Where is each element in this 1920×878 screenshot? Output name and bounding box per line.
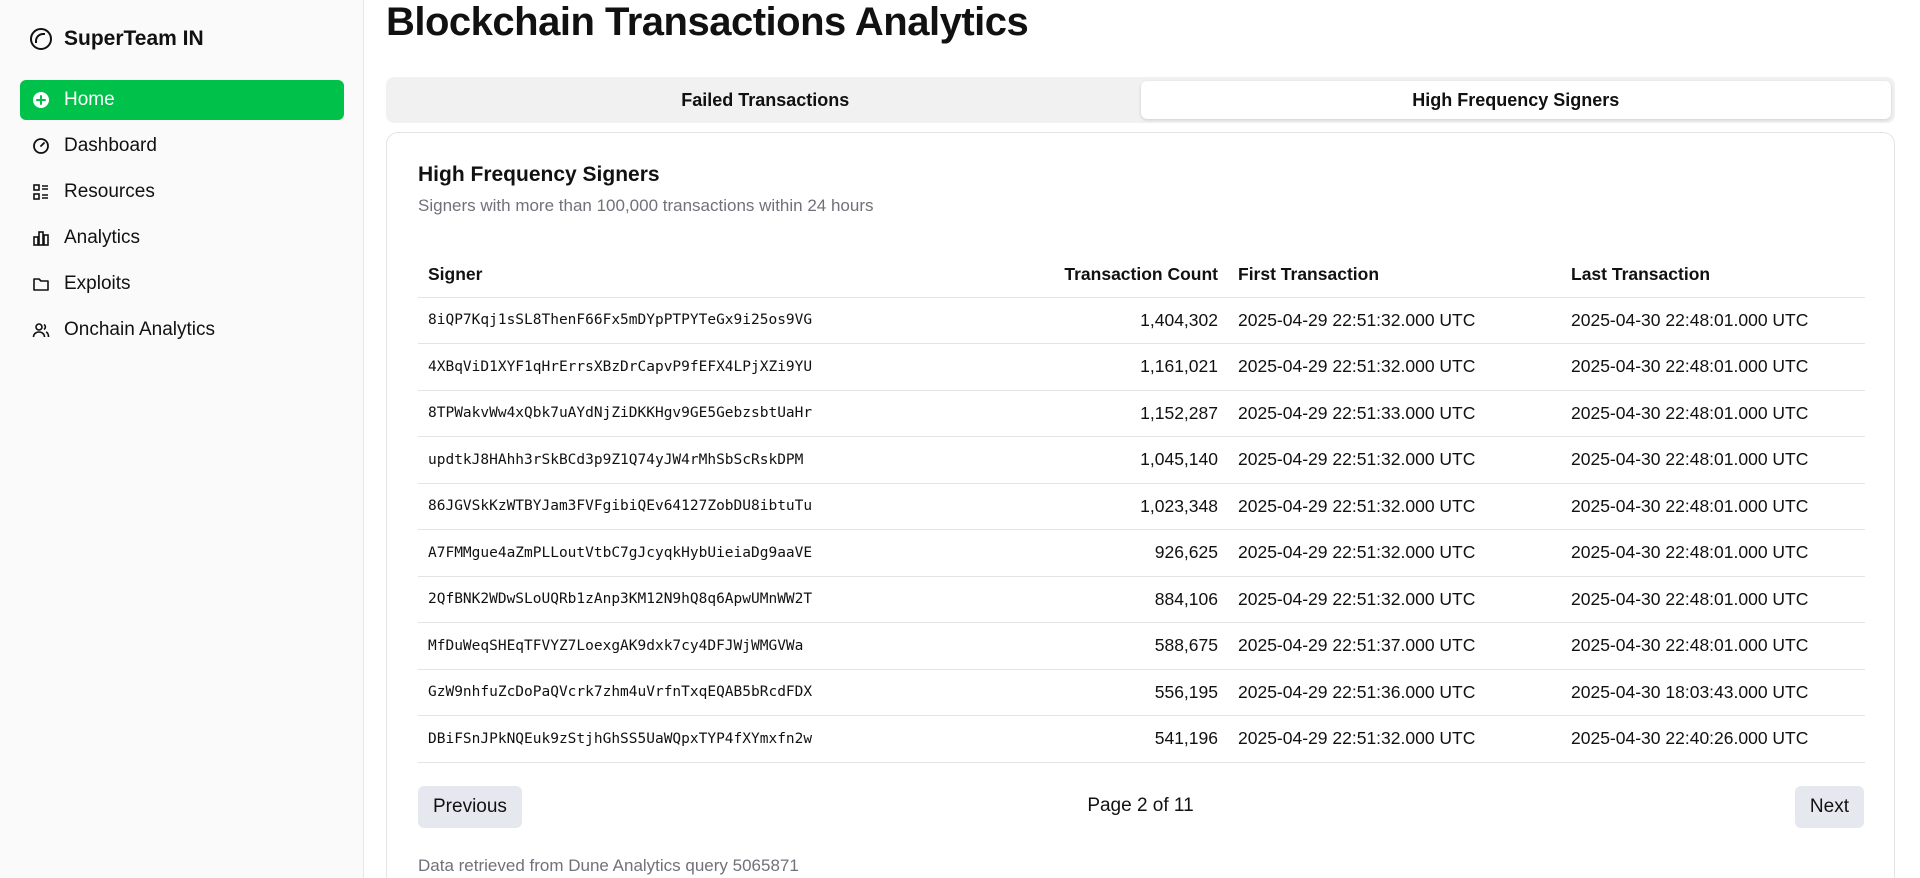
next-button[interactable]: Next [1794, 786, 1864, 828]
plus-circle-icon [32, 91, 50, 109]
card-description: Signers with more than 100,000 transacti… [418, 196, 874, 215]
header-first-transaction: First Transaction [1228, 253, 1561, 298]
count-cell: 541,196 [1028, 715, 1228, 763]
last-transaction-cell: 2025-04-30 22:48:01.000 UTC [1561, 390, 1865, 437]
first-transaction-cell: 2025-04-29 22:51:32.000 UTC [1228, 483, 1561, 530]
signers-card: High Frequency Signers Signers with more… [386, 132, 1895, 878]
main-content: Blockchain Transactions Analytics Failed… [364, 0, 1920, 878]
previous-button[interactable]: Previous [418, 786, 522, 828]
signer-cell: 8TPWakvWw4xQbk7uAYdNjZiDKKHgv9GE5Gebzsbt… [418, 390, 1028, 437]
count-cell: 884,106 [1028, 576, 1228, 623]
sidebar-item-label: Exploits [64, 273, 131, 294]
table-row: 86JGVSkKzWTBYJam3FVFgibiQEv64127ZobDU8ib… [418, 483, 1865, 530]
header-last-transaction: Last Transaction [1561, 253, 1865, 298]
brand[interactable]: SuperTeam IN [30, 27, 204, 51]
tab-list: Failed Transactions High Frequency Signe… [386, 77, 1895, 123]
sidebar-item-onchain-analytics[interactable]: Onchain Analytics [20, 310, 344, 350]
count-cell: 1,161,021 [1028, 343, 1228, 391]
gauge-icon [32, 137, 50, 155]
signer-cell: 86JGVSkKzWTBYJam3FVFgibiQEv64127ZobDU8ib… [418, 483, 1028, 530]
table-row: MfDuWeqSHEqTFVYZ7LoexgAK9dxk7cy4DFJWjWMG… [418, 622, 1865, 670]
sidebar: SuperTeam IN Home Dashboard Resources An… [0, 0, 364, 878]
table-row: 4XBqViD1XYF1qHrErrsXBzDrCapvP9fEFX4LPjXZ… [418, 343, 1865, 391]
tab-failed-transactions[interactable]: Failed Transactions [390, 81, 1141, 119]
count-cell: 1,404,302 [1028, 297, 1228, 344]
count-cell: 556,195 [1028, 669, 1228, 716]
table-row: GzW9nhfuZcDoPaQVcrk7zhm4uVrfnTxqEQAB5bRc… [418, 669, 1865, 716]
table-row: DBiFSnJPkNQEuk9zStjhGhSS5UaWQpxTYP4fXYmx… [418, 715, 1865, 763]
signer-cell: DBiFSnJPkNQEuk9zStjhGhSS5UaWQpxTYP4fXYmx… [418, 715, 1028, 763]
folder-icon [32, 275, 50, 293]
count-cell: 1,023,348 [1028, 483, 1228, 530]
sidebar-nav: Home Dashboard Resources Analytics Explo… [20, 80, 344, 356]
first-transaction-cell: 2025-04-29 22:51:32.000 UTC [1228, 297, 1561, 344]
sidebar-item-exploits[interactable]: Exploits [20, 264, 344, 304]
header-transaction-count: Transaction Count [1028, 253, 1228, 298]
count-cell: 926,625 [1028, 529, 1228, 577]
first-transaction-cell: 2025-04-29 22:51:32.000 UTC [1228, 343, 1561, 391]
table-row: 2QfBNK2WDwSLoUQRb1zAnp3KM12N9hQ8q6ApwUMn… [418, 576, 1865, 623]
sidebar-item-label: Resources [64, 181, 155, 202]
signer-cell: 8iQP7Kqj1sSL8ThenF66Fx5mDYpPTPYTeGx9i25o… [418, 297, 1028, 344]
table-row: 8TPWakvWw4xQbk7uAYdNjZiDKKHgv9GE5Gebzsbt… [418, 390, 1865, 437]
brand-name: SuperTeam IN [64, 27, 204, 50]
signer-cell: A7FMMgue4aZmPLLoutVtbC7gJcyqkHybUieiaDg9… [418, 529, 1028, 577]
first-transaction-cell: 2025-04-29 22:51:32.000 UTC [1228, 436, 1561, 484]
last-transaction-cell: 2025-04-30 22:48:01.000 UTC [1561, 297, 1865, 344]
pagination-info: Page 2 of 11 [1087, 795, 1194, 816]
users-icon [32, 321, 50, 339]
sidebar-item-dashboard[interactable]: Dashboard [20, 126, 344, 166]
last-transaction-cell: 2025-04-30 22:48:01.000 UTC [1561, 529, 1865, 577]
last-transaction-cell: 2025-04-30 22:48:01.000 UTC [1561, 436, 1865, 484]
logo-icon [30, 28, 52, 50]
tab-high-frequency-signers[interactable]: High Frequency Signers [1140, 81, 1891, 119]
first-transaction-cell: 2025-04-29 22:51:32.000 UTC [1228, 715, 1561, 763]
last-transaction-cell: 2025-04-30 22:48:01.000 UTC [1561, 576, 1865, 623]
table-row: A7FMMgue4aZmPLLoutVtbC7gJcyqkHybUieiaDg9… [418, 529, 1865, 577]
table-row: 8iQP7Kqj1sSL8ThenF66Fx5mDYpPTPYTeGx9i25o… [418, 297, 1865, 344]
signer-cell: MfDuWeqSHEqTFVYZ7LoexgAK9dxk7cy4DFJWjWMG… [418, 622, 1028, 670]
last-transaction-cell: 2025-04-30 22:48:01.000 UTC [1561, 343, 1865, 391]
table-row: updtkJ8HAhh3rSkBCd3p9Z1Q74yJW4rMhSbScRsk… [418, 436, 1865, 484]
first-transaction-cell: 2025-04-29 22:51:33.000 UTC [1228, 390, 1561, 437]
sidebar-item-home[interactable]: Home [20, 80, 344, 120]
signer-cell: GzW9nhfuZcDoPaQVcrk7zhm4uVrfnTxqEQAB5bRc… [418, 669, 1028, 716]
count-cell: 588,675 [1028, 622, 1228, 670]
sidebar-item-analytics[interactable]: Analytics [20, 218, 344, 258]
last-transaction-cell: 2025-04-30 22:40:26.000 UTC [1561, 715, 1865, 763]
sidebar-item-label: Dashboard [64, 135, 157, 156]
page-title: Blockchain Transactions Analytics [386, 0, 1029, 44]
signers-table: Signer Transaction Count First Transacti… [418, 253, 1865, 763]
signer-cell: 2QfBNK2WDwSLoUQRb1zAnp3KM12N9hQ8q6ApwUMn… [418, 576, 1028, 623]
sidebar-item-label: Home [64, 89, 115, 110]
header-signer: Signer [418, 253, 1028, 298]
first-transaction-cell: 2025-04-29 22:51:37.000 UTC [1228, 622, 1561, 670]
bar-chart-icon [32, 229, 50, 247]
data-source-note: Data retrieved from Dune Analytics query… [418, 856, 799, 875]
first-transaction-cell: 2025-04-29 22:51:32.000 UTC [1228, 529, 1561, 577]
list-icon [32, 183, 50, 201]
table-header-row: Signer Transaction Count First Transacti… [418, 253, 1865, 298]
first-transaction-cell: 2025-04-29 22:51:32.000 UTC [1228, 576, 1561, 623]
card-title: High Frequency Signers [418, 163, 660, 186]
sidebar-item-label: Analytics [64, 227, 141, 248]
signer-cell: updtkJ8HAhh3rSkBCd3p9Z1Q74yJW4rMhSbScRsk… [418, 436, 1028, 484]
last-transaction-cell: 2025-04-30 22:48:01.000 UTC [1561, 622, 1865, 670]
count-cell: 1,045,140 [1028, 436, 1228, 484]
sidebar-item-label: Onchain Analytics [64, 319, 216, 340]
last-transaction-cell: 2025-04-30 22:48:01.000 UTC [1561, 483, 1865, 530]
sidebar-item-resources[interactable]: Resources [20, 172, 344, 212]
last-transaction-cell: 2025-04-30 18:03:43.000 UTC [1561, 669, 1865, 716]
first-transaction-cell: 2025-04-29 22:51:36.000 UTC [1228, 669, 1561, 716]
signer-cell: 4XBqViD1XYF1qHrErrsXBzDrCapvP9fEFX4LPjXZ… [418, 343, 1028, 391]
count-cell: 1,152,287 [1028, 390, 1228, 437]
